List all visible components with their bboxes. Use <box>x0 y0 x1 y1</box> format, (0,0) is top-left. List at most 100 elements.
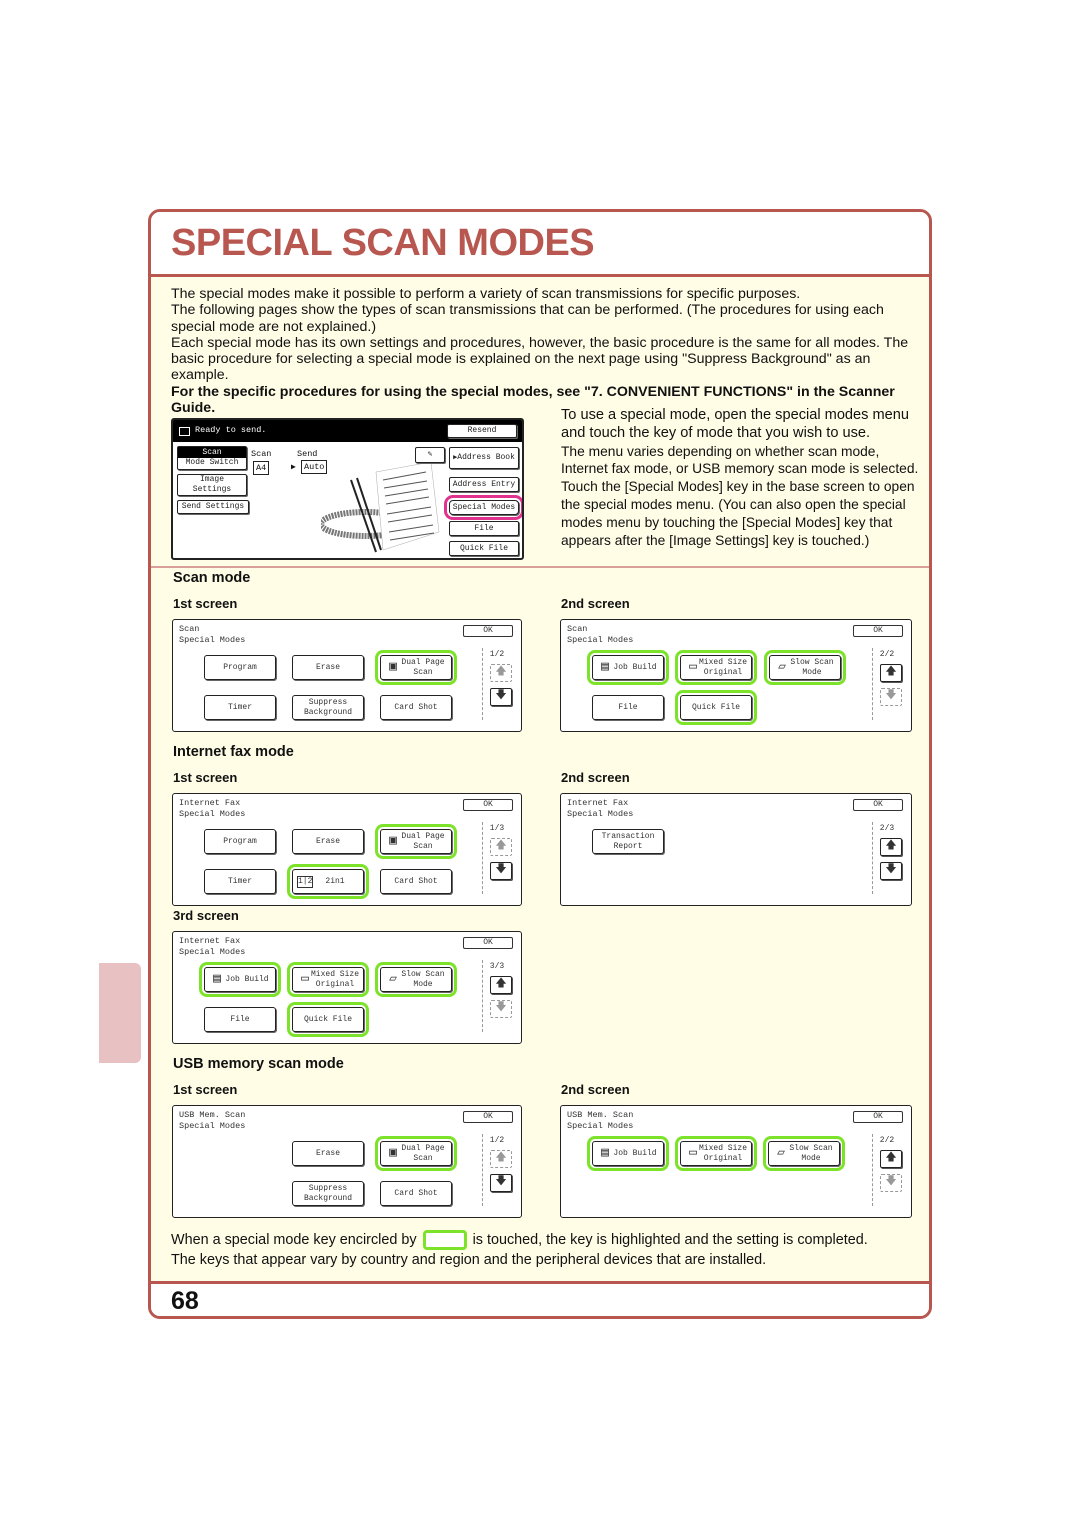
program-key[interactable]: Program <box>204 655 276 680</box>
ok-button[interactable]: OK <box>463 1111 513 1123</box>
scan-screen-2: Scan Special Modes OK 2/2 🡅 🡇 ▤ Job Build … <box>560 619 912 732</box>
slow-scan-mode-key[interactable]: ▱ Slow Scan Mode <box>763 1136 845 1171</box>
timer-key[interactable]: Timer <box>204 869 276 894</box>
image-settings-label: Image Settings <box>192 475 232 494</box>
key-label: File <box>618 702 638 712</box>
send-label: Send <box>297 449 318 459</box>
card-shot-key[interactable]: Card Shot <box>380 1181 452 1206</box>
mixed-size-original-key[interactable]: ▭ Mixed Size Original <box>287 962 369 997</box>
address-entry-button[interactable]: Address Entry <box>449 477 519 492</box>
2in1-key[interactable]: 1|2 2in1 <box>287 864 369 899</box>
scroll-up-button[interactable]: 🡅 <box>490 838 512 856</box>
scroll-up-button[interactable]: 🡅 <box>490 976 512 994</box>
slow-scan-mode-key[interactable]: ▱ Slow Scan Mode <box>375 962 457 997</box>
erase-key[interactable]: Erase <box>292 1141 364 1166</box>
quick-file-key[interactable]: Quick File <box>675 690 757 725</box>
quick-file-button[interactable]: Quick File <box>449 541 519 556</box>
suppress-background-key[interactable]: Suppress Background <box>292 695 364 720</box>
page-indicator: 2/2 <box>879 1136 895 1145</box>
scroll-up-button[interactable]: 🡅 <box>880 838 902 856</box>
side-text-1: To use a special mode, open the special … <box>561 407 910 441</box>
separator <box>482 960 483 1032</box>
key-label: Card Shot <box>394 702 438 712</box>
send-settings-label: Send Settings <box>181 502 245 511</box>
timer-key[interactable]: Timer <box>204 695 276 720</box>
slow-scan-mode-key[interactable]: ▱ Slow Scan Mode <box>764 650 846 685</box>
key-label: Erase <box>315 1148 340 1158</box>
file-key[interactable]: File <box>204 1007 276 1032</box>
separator <box>872 822 873 894</box>
separator <box>482 648 483 720</box>
dual-page-icon: ▣ <box>389 1145 397 1160</box>
mixed-size-icon: ▭ <box>301 971 309 986</box>
erase-key[interactable]: Erase <box>292 829 364 854</box>
program-key[interactable]: Program <box>204 829 276 854</box>
dual-page-scan-key[interactable]: ▣ Dual Page Scan <box>375 1136 457 1171</box>
arrow-right-icon: ▶ <box>291 463 296 472</box>
ifax-screen-3: Internet Fax Special Modes OK 3/3 🡅 🡇 ▤ Jo… <box>172 931 522 1044</box>
file-key[interactable]: File <box>592 695 664 720</box>
side-instructions: To use a special mode, open the special … <box>561 407 921 549</box>
card-shot-key[interactable]: Card Shot <box>380 869 452 894</box>
scroll-down-button[interactable]: 🡇 <box>490 1000 512 1018</box>
key-label: Timer <box>227 702 252 712</box>
scroll-up-button[interactable]: 🡅 <box>880 664 902 682</box>
scroll-down-button[interactable]: 🡇 <box>880 862 902 880</box>
mixed-size-original-key[interactable]: ▭ Mixed Size Original <box>675 1136 757 1171</box>
ifax-screen-1: Internet Fax Special Modes OK 1/3 🡅 🡇 Pro… <box>172 793 522 906</box>
page-indicator: 1/2 <box>489 1136 505 1145</box>
key-label: Program <box>223 836 257 846</box>
job-build-key[interactable]: ▤ Job Build <box>587 650 669 685</box>
ok-button[interactable]: OK <box>853 625 903 637</box>
screen-header: Internet Fax Special Modes <box>179 798 245 820</box>
page-frame: SPECIAL SCAN MODES The special modes mak… <box>148 209 932 1319</box>
scroll-down-button[interactable]: 🡇 <box>880 688 902 706</box>
ok-button[interactable]: OK <box>463 799 513 811</box>
dual-page-scan-key[interactable]: ▣ Dual Page Scan <box>375 824 457 859</box>
screen-title: Scan <box>179 624 200 634</box>
scan-screen1-label: 1st screen <box>173 596 238 611</box>
key-label: Suppress Background <box>303 1183 352 1203</box>
intro-p3: Each special mode has its own settings a… <box>171 334 909 384</box>
mode-switch-button[interactable]: Scan Mode Switch <box>177 446 247 470</box>
scroll-down-button[interactable]: 🡇 <box>490 1174 512 1192</box>
special-modes-button[interactable]: Special Modes <box>444 495 522 520</box>
slow-scan-icon: ▱ <box>778 659 786 674</box>
key-label: Program <box>223 662 257 672</box>
file-button[interactable]: File <box>449 521 519 536</box>
scroll-up-button[interactable]: 🡅 <box>880 1150 902 1168</box>
ifax-screen3-label: 3rd screen <box>173 908 239 923</box>
job-build-key[interactable]: ▤ Job Build <box>199 962 281 997</box>
scroll-down-button[interactable]: 🡇 <box>880 1174 902 1192</box>
erase-key[interactable]: Erase <box>292 655 364 680</box>
ok-button[interactable]: OK <box>463 625 513 637</box>
dual-page-scan-key[interactable]: ▣ Dual Page Scan <box>375 650 457 685</box>
slow-scan-icon: ▱ <box>777 1145 785 1160</box>
job-build-key[interactable]: ▤ Job Build <box>587 1136 669 1171</box>
ok-button[interactable]: OK <box>853 799 903 811</box>
card-shot-key[interactable]: Card Shot <box>380 695 452 720</box>
suppress-background-key[interactable]: Suppress Background <box>292 1181 364 1206</box>
mixed-size-original-key[interactable]: ▭ Mixed Size Original <box>675 650 757 685</box>
page-indicator: 2/2 <box>879 650 895 659</box>
screen-subtitle: Special Modes <box>567 809 634 819</box>
preview-icon-button[interactable]: ✎ <box>415 447 445 463</box>
scroll-up-button[interactable]: 🡅 <box>490 664 512 682</box>
address-book-button[interactable]: ▶ Address Book <box>449 447 519 469</box>
resend-button[interactable]: Resend <box>447 424 517 438</box>
preview-icon: ✎ <box>427 450 433 459</box>
send-settings-button[interactable]: Send Settings <box>177 500 249 514</box>
mode-scan-label: Scan <box>178 447 246 458</box>
scroll-down-button[interactable]: 🡇 <box>490 688 512 706</box>
screen-header: Scan Special Modes <box>567 624 633 646</box>
image-settings-button[interactable]: Image Settings <box>177 474 247 496</box>
scroll-down-button[interactable]: 🡇 <box>490 862 512 880</box>
ok-button[interactable]: OK <box>853 1111 903 1123</box>
footnote: When a special mode key encircled by is t… <box>171 1230 916 1270</box>
transaction-report-key[interactable]: Transaction Report <box>592 829 664 854</box>
quick-file-key[interactable]: Quick File <box>287 1002 369 1037</box>
mixed-size-icon: ▭ <box>689 659 697 674</box>
scroll-up-button[interactable]: 🡅 <box>490 1150 512 1168</box>
special-modes-label: Special Modes <box>452 502 516 512</box>
ok-button[interactable]: OK <box>463 937 513 949</box>
